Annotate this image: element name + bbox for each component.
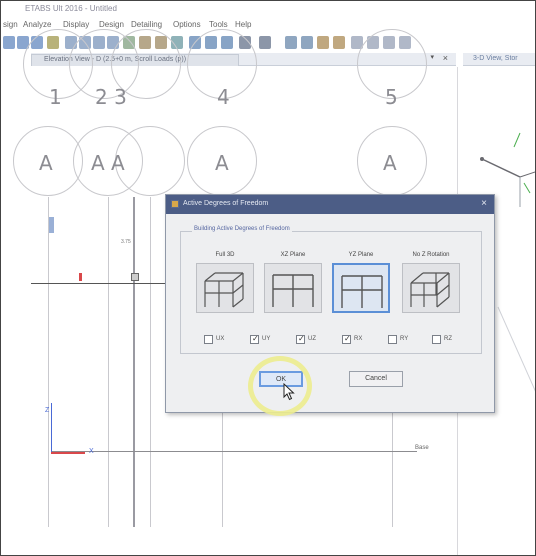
checkbox[interactable] bbox=[388, 335, 397, 344]
dof-uy-label: UY bbox=[262, 336, 271, 342]
draw-frame-icon[interactable] bbox=[317, 36, 329, 49]
dof-ry-label: RY bbox=[400, 336, 409, 342]
grid-label-4: 4 bbox=[217, 85, 230, 109]
draw-wall-icon[interactable] bbox=[333, 36, 345, 49]
option-xz-plane-label: XZ Plane bbox=[280, 252, 306, 258]
dof-ux-checkbox[interactable]: UX bbox=[204, 334, 240, 345]
x-axis-label: X bbox=[89, 448, 94, 455]
yz-plane-frame-icon bbox=[332, 263, 390, 313]
checkbox[interactable] bbox=[432, 335, 441, 344]
click-highlight-ring bbox=[248, 356, 312, 416]
gridline-vertical bbox=[48, 197, 49, 527]
x-axis-line bbox=[51, 452, 85, 454]
option-full-3d-label: Full 3D bbox=[215, 252, 235, 258]
story-line bbox=[31, 283, 181, 284]
grid-label-a2-a3: A A bbox=[91, 151, 125, 175]
section-cut-icon[interactable] bbox=[285, 36, 297, 49]
checkmark-icon: ✓ bbox=[252, 334, 259, 343]
option-full-3d[interactable]: Full 3D bbox=[196, 252, 254, 313]
grid-label-a5: A bbox=[383, 151, 397, 175]
dof-uz-label: UZ bbox=[308, 336, 316, 342]
dof-ux-label: UX bbox=[216, 336, 225, 342]
menu-bar: sign Analyze Display Design Detailing Op… bbox=[1, 18, 535, 32]
cancel-button[interactable]: Cancel bbox=[349, 371, 403, 387]
story-elevation-tag: 3.75 bbox=[121, 239, 131, 245]
dialog-close-icon[interactable]: × bbox=[481, 198, 487, 209]
column-stub bbox=[49, 217, 54, 233]
grid-label-a4: A bbox=[215, 151, 229, 175]
menu-tools[interactable]: Tools bbox=[209, 20, 228, 29]
option-yz-plane-label: YZ Plane bbox=[348, 252, 374, 258]
tab-dropdown-icon[interactable]: ▾ bbox=[430, 53, 434, 61]
grid-label-2-3: 2 3 bbox=[95, 85, 127, 109]
tab-3d-view[interactable]: 3-D View, Stor bbox=[463, 53, 535, 66]
zoom-in-icon[interactable] bbox=[3, 36, 15, 49]
dof-ry-checkbox[interactable]: RY bbox=[388, 334, 424, 345]
title-bar: ETABS Ult 2016 - Untitled bbox=[1, 1, 535, 17]
menu-design-sign[interactable]: sign bbox=[3, 20, 18, 29]
checkbox[interactable]: ✓ bbox=[250, 334, 259, 344]
column-line bbox=[133, 197, 135, 527]
grid-label-1: 1 bbox=[49, 85, 62, 109]
checkbox[interactable]: ✓ bbox=[342, 334, 351, 344]
menu-detailing[interactable]: Detailing bbox=[131, 20, 162, 29]
grid-label-a1: A bbox=[39, 151, 53, 175]
grid-bubble-a3 bbox=[115, 126, 185, 196]
option-yz-plane[interactable]: YZ Plane bbox=[332, 252, 390, 313]
option-xz-plane[interactable]: XZ Plane bbox=[264, 252, 322, 313]
dof-uz-checkbox[interactable]: ✓ UZ bbox=[296, 334, 332, 345]
grid-label-5: 5 bbox=[385, 85, 398, 109]
assign-icon[interactable] bbox=[301, 36, 313, 49]
menu-options[interactable]: Options bbox=[173, 20, 201, 29]
menu-help[interactable]: Help bbox=[235, 20, 251, 29]
dof-rx-checkbox[interactable]: ✓ RX bbox=[342, 334, 378, 345]
dialog-title: Active Degrees of Freedom bbox=[183, 200, 269, 207]
base-label: Base bbox=[415, 445, 429, 451]
full-3d-frame-icon bbox=[196, 263, 254, 313]
menu-design[interactable]: Design bbox=[99, 20, 124, 29]
mouse-pointer-icon bbox=[283, 383, 295, 401]
selected-joint[interactable] bbox=[131, 273, 139, 281]
active-dof-dialog: Active Degrees of Freedom × Building Act… bbox=[165, 194, 495, 413]
gridline-vertical bbox=[108, 197, 109, 527]
z-axis-label: Z bbox=[45, 407, 50, 414]
select-icon[interactable] bbox=[259, 36, 271, 49]
app-title: ETABS Ult 2016 - Untitled bbox=[25, 4, 117, 13]
z-axis-line bbox=[51, 403, 52, 453]
gridline-vertical bbox=[150, 197, 151, 527]
checkmark-icon: ✓ bbox=[344, 334, 351, 343]
option-no-z-rotation[interactable]: No Z Rotation bbox=[402, 252, 460, 313]
checkbox[interactable]: ✓ bbox=[296, 334, 305, 344]
dof-uy-checkbox[interactable]: ✓ UY bbox=[250, 334, 286, 345]
joint-marker bbox=[79, 273, 82, 281]
xz-plane-frame-icon bbox=[264, 263, 322, 313]
menu-display[interactable]: Display bbox=[63, 20, 89, 29]
checkmark-icon: ✓ bbox=[298, 334, 305, 343]
dof-rz-label: RZ bbox=[444, 336, 452, 342]
menu-analyze[interactable]: Analyze bbox=[23, 20, 51, 29]
base-line bbox=[51, 451, 417, 452]
checkbox[interactable] bbox=[204, 335, 213, 344]
no-z-rotation-frame-icon bbox=[402, 263, 460, 313]
option-no-z-rotation-label: No Z Rotation bbox=[412, 252, 450, 258]
dof-rx-label: RX bbox=[354, 336, 363, 342]
tab-close-icon[interactable]: × bbox=[443, 53, 448, 63]
etabs-icon bbox=[171, 200, 179, 208]
tab-3d-label: 3-D View, Stor bbox=[473, 55, 518, 62]
dof-rz-checkbox[interactable]: RZ bbox=[432, 334, 468, 345]
dialog-title-bar[interactable]: Active Degrees of Freedom × bbox=[166, 195, 494, 214]
application-window: ETABS Ult 2016 - Untitled sign Analyze D… bbox=[0, 0, 536, 556]
dof-group-label: Building Active Degrees of Freedom bbox=[192, 226, 292, 232]
